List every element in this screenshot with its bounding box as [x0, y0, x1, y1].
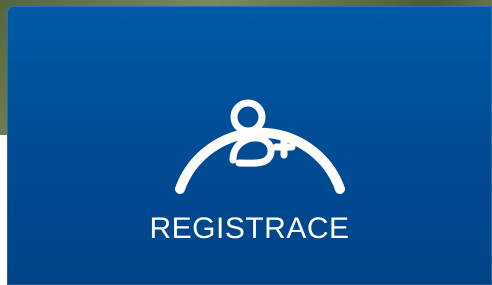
- user-plus-icon: [229, 99, 296, 167]
- page: REGISTRACE: [0, 0, 492, 285]
- registration-card[interactable]: REGISTRACE: [7, 6, 492, 285]
- registration-label: REGISTRACE: [149, 212, 350, 245]
- registration-icon-wrap: [160, 49, 360, 199]
